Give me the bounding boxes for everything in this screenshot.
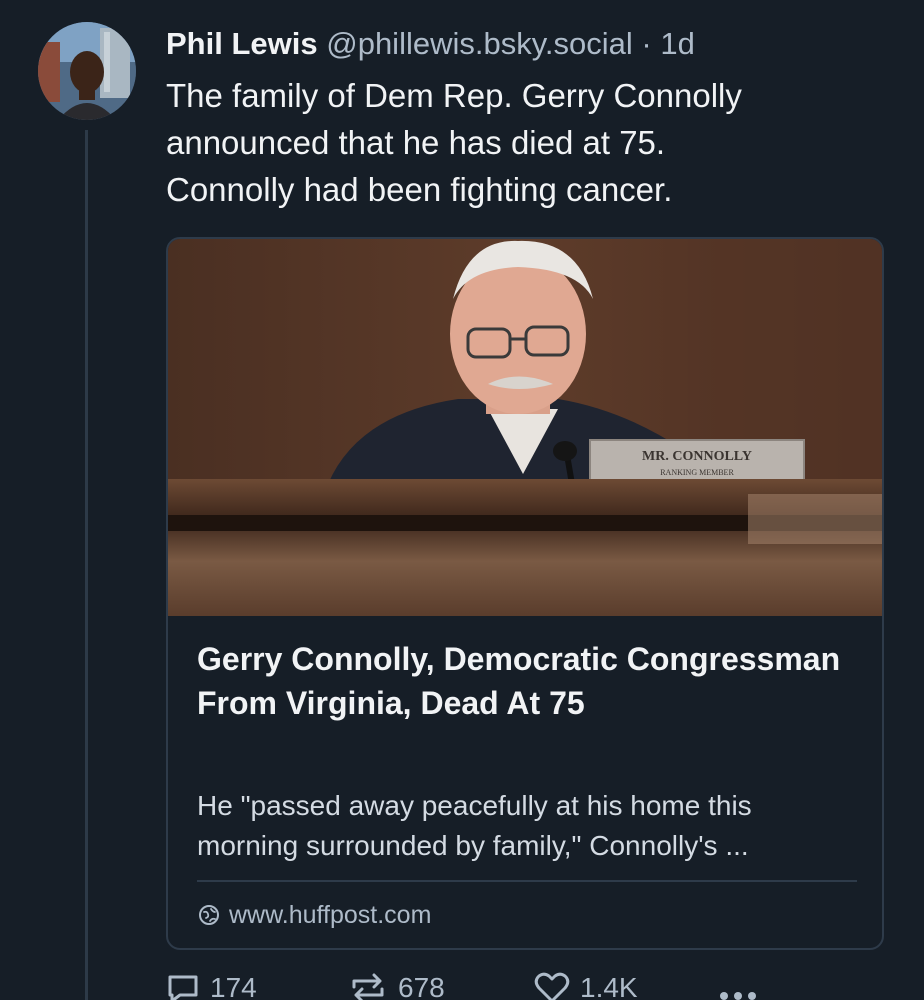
reply-count: 174	[210, 972, 257, 1000]
like-count: 1.4K	[580, 972, 638, 1000]
avatar-photo	[38, 22, 136, 120]
link-preview-domain: www.huffpost.com	[229, 901, 432, 929]
nameplate-name: MR. CONNOLLY	[642, 449, 752, 464]
heart-icon	[534, 972, 570, 1000]
repost-count: 678	[398, 972, 445, 1000]
card-divider	[197, 880, 857, 882]
post-header: Phil Lewis @phillewis.bsky.social · 1d	[166, 24, 695, 64]
post-text: The family of Dem Rep. Gerry Connolly an…	[166, 72, 886, 213]
description-line: He "passed away peacefully at his home t…	[197, 790, 752, 821]
like-button[interactable]: 1.4K	[534, 972, 638, 1000]
author-avatar[interactable]	[38, 22, 136, 120]
post-text-line: The family of Dem Rep. Gerry Connolly	[166, 77, 742, 114]
thread-line	[85, 130, 88, 1000]
more-icon	[720, 992, 756, 1000]
link-preview-domain-row: www.huffpost.com	[197, 899, 431, 931]
repost-icon	[352, 973, 384, 1000]
preview-photo: MR. CONNOLLY RANKING MEMBER	[168, 239, 882, 616]
link-preview-title: Gerry Connolly, Democratic Congressman F…	[197, 641, 841, 721]
post-text-line: Connolly had been fighting cancer.	[166, 171, 673, 208]
reply-icon	[168, 975, 198, 1000]
link-preview-card[interactable]: MR. CONNOLLY RANKING MEMBER Gerry Connol…	[166, 237, 884, 950]
reply-button[interactable]: 174	[166, 972, 257, 1000]
nameplate-role: RANKING MEMBER	[660, 468, 734, 477]
post-page: Phil Lewis @phillewis.bsky.social · 1d T…	[0, 0, 924, 1000]
more-options-button[interactable]	[718, 972, 758, 1000]
post-timestamp[interactable]: 1d	[660, 26, 694, 61]
post-text-line: announced that he has died at 75.	[166, 124, 666, 161]
header-separator: ·	[641, 26, 652, 61]
link-preview-image: MR. CONNOLLY RANKING MEMBER	[168, 239, 882, 616]
author-handle[interactable]: @phillewis.bsky.social	[326, 26, 633, 61]
link-preview-description: He "passed away peacefully at his home t…	[197, 786, 857, 866]
globe-icon	[199, 905, 219, 925]
author-display-name[interactable]: Phil Lewis	[166, 26, 318, 61]
repost-button[interactable]: 678	[348, 972, 445, 1000]
description-line: morning surrounded by family," Connolly'…	[197, 830, 749, 861]
post-action-bar: 174 678 1.4K	[166, 972, 806, 1000]
